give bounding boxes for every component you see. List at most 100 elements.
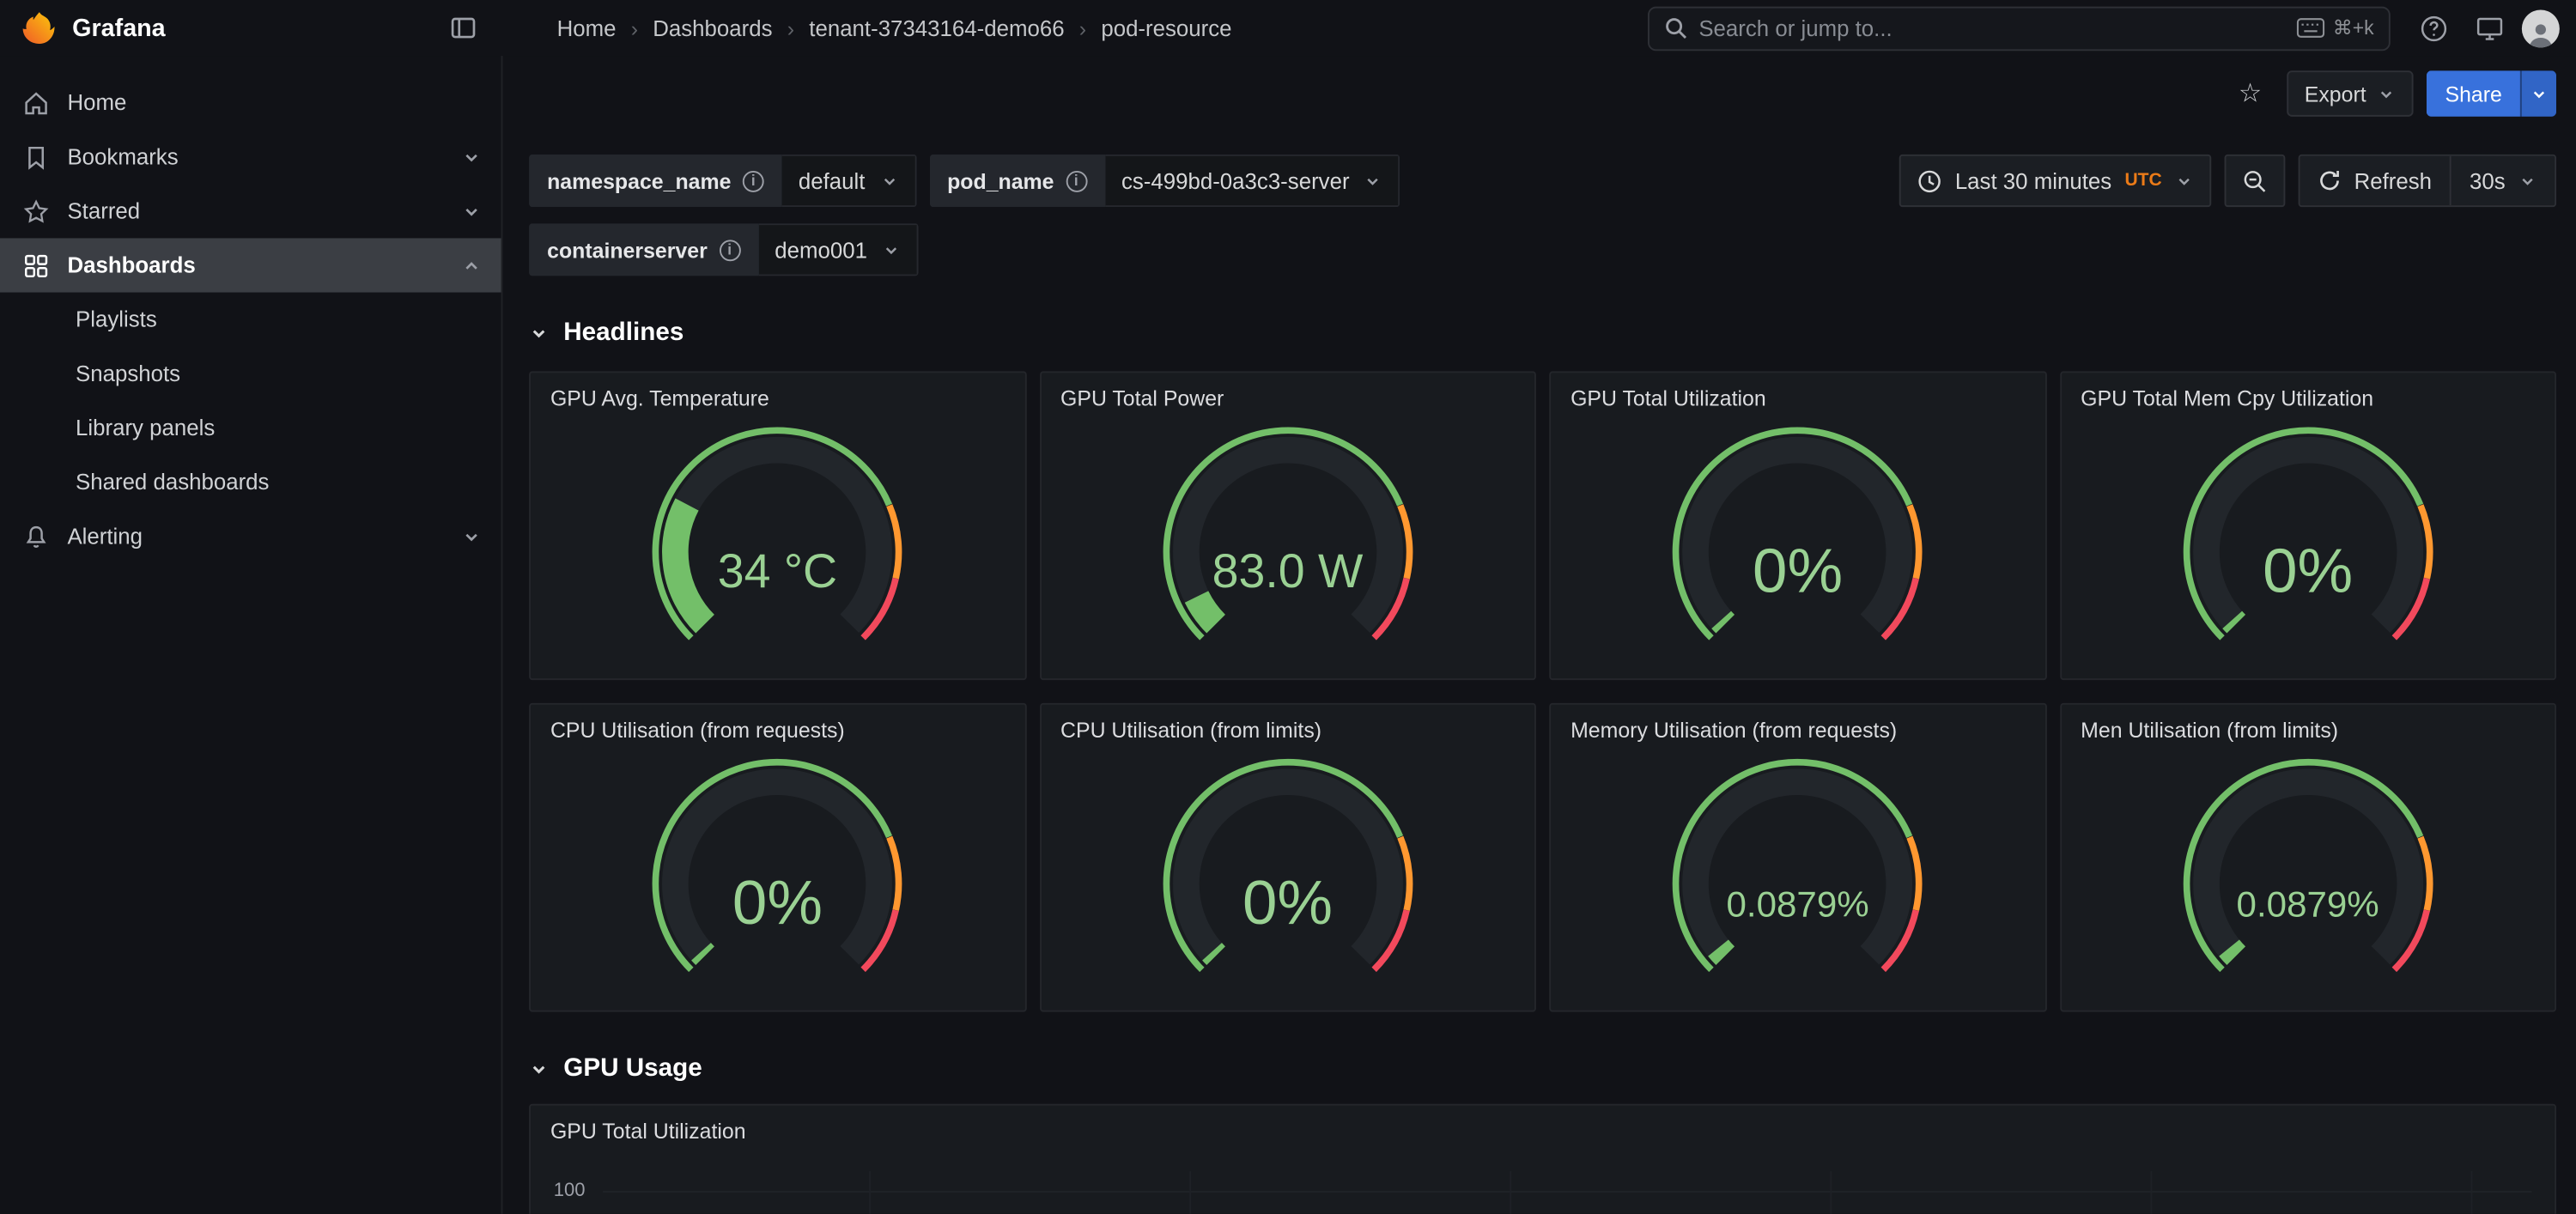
sidebar-item-home[interactable]: Home [0, 76, 501, 130]
share-button[interactable]: Share [2427, 70, 2519, 117]
chevron-up-icon [462, 256, 482, 276]
gauge-panel-gpu-avg-temperature[interactable]: GPU Avg. Temperature 34 °C [529, 371, 1026, 680]
search-box[interactable]: ⌘+k [1648, 6, 2391, 51]
help-icon[interactable] [2410, 5, 2457, 52]
sidebar-item-alerting[interactable]: Alerting [0, 509, 501, 563]
section-title: Headlines [563, 319, 683, 348]
gauge-value: 0.0879% [2136, 883, 2481, 926]
share-split-button: Share [2427, 70, 2556, 117]
chevron-down-icon [882, 240, 900, 258]
panel-title: GPU Total Power [1041, 373, 1534, 410]
breadcrumb-item[interactable]: Home [557, 15, 617, 40]
refresh-button[interactable]: Refresh [2300, 156, 2450, 205]
gridline-vertical [2150, 1171, 2152, 1214]
gauge-panel-memory-utilisation-requests[interactable]: Memory Utilisation (from requests) 0.087… [1549, 703, 2046, 1012]
refresh-label: Refresh [2354, 168, 2432, 193]
gridline-vertical [1830, 1171, 1832, 1214]
sidebar-item-label: Starred [67, 199, 140, 224]
gauge-panel-gpu-total-power[interactable]: GPU Total Power 83.0 W [1039, 371, 1536, 680]
info-icon[interactable]: i [1066, 170, 1087, 191]
gauge-panel-cpu-utilisation-requests[interactable]: CPU Utilisation (from requests) 0% [529, 703, 1026, 1012]
star-dashboard-icon[interactable]: ☆ [2227, 70, 2274, 117]
gauge-panel-cpu-utilisation-limits[interactable]: CPU Utilisation (from limits) 0% [1039, 703, 1536, 1012]
timeseries-panel-gpu-total-utilization[interactable]: GPU Total Utilization 100 [529, 1104, 2556, 1214]
chevron-down-icon [2518, 172, 2537, 190]
breadcrumb-separator: › [1079, 15, 1086, 40]
info-icon[interactable]: i [743, 170, 764, 191]
sidebar-item-playlists[interactable]: Playlists [0, 293, 501, 347]
sidebar-item-snapshots[interactable]: Snapshots [0, 347, 501, 401]
monitor-icon[interactable] [2466, 5, 2512, 52]
breadcrumb-item[interactable]: tenant-37343164-demo66 [809, 15, 1064, 40]
share-menu-button[interactable] [2520, 70, 2556, 117]
gauge-chart [1625, 749, 1971, 995]
panel-title: GPU Total Utilization [531, 1106, 2555, 1144]
variable-value-dropdown[interactable]: cs-499bd-0a3c3-server [1105, 155, 1400, 207]
panel-title: GPU Total Mem Cpy Utilization [2061, 373, 2555, 410]
gauge-value: 0% [1115, 870, 1461, 940]
variable-label: pod_name [947, 168, 1054, 193]
sidebar-item-bookmarks[interactable]: Bookmarks [0, 130, 501, 184]
refresh-icon [2318, 169, 2341, 192]
chevron-down-icon [1364, 172, 1382, 190]
sidebar-item-label: Library panels [76, 416, 215, 440]
variable-value-dropdown[interactable]: demo001 [758, 223, 918, 276]
refresh-interval-dropdown[interactable]: 30s [2450, 156, 2555, 205]
y-axis-tick: 100 [554, 1181, 586, 1201]
user-avatar[interactable] [2522, 9, 2560, 47]
gauge-value: 34 °C [605, 546, 951, 600]
chevron-down-icon [2530, 85, 2548, 103]
breadcrumb-item[interactable]: Dashboards [653, 15, 772, 40]
gridline-vertical [1510, 1171, 1511, 1214]
panel-title: GPU Avg. Temperature [531, 373, 1024, 410]
variable-controls: namespace_name i default pod_name [529, 155, 1400, 276]
sidebar-item-starred[interactable]: Starred [0, 184, 501, 238]
breadcrumb: Home › Dashboards › tenant-37343164-demo… [557, 15, 1232, 40]
headlines-row-1: GPU Avg. Temperature 34 °C GPU Total Pow… [529, 371, 2556, 680]
timezone-label: UTC [2124, 171, 2161, 191]
gauge-chart [2136, 749, 2481, 995]
section-gpu-usage[interactable]: GPU Usage [529, 1054, 2556, 1083]
app-title: Grafana [72, 14, 440, 42]
sidebar-toggle-icon[interactable] [440, 5, 487, 52]
section-headlines[interactable]: Headlines [529, 319, 2556, 348]
sidebar-item-label: Home [67, 90, 126, 115]
gridline-horizontal [603, 1191, 2531, 1193]
variable-value: cs-499bd-0a3c3-server [1121, 168, 1350, 193]
gauge-panel-gpu-total-mem-cpy-utilization[interactable]: GPU Total Mem Cpy Utilization 0% [2059, 371, 2556, 680]
export-button[interactable]: Export [2287, 70, 2414, 117]
time-range-picker[interactable]: Last 30 minutes UTC [1899, 155, 2211, 207]
clock-icon [1917, 168, 1942, 193]
search-input[interactable] [1698, 15, 2285, 40]
variable-label: containerserver [547, 237, 708, 262]
sidebar-item-label: Alerting [67, 524, 143, 549]
bookmark-icon [23, 143, 50, 170]
sidebar-item-shared-dashboards[interactable]: Shared dashboards [0, 455, 501, 509]
gauge-value: 0% [605, 870, 951, 940]
refresh-group: Refresh 30s [2299, 155, 2557, 207]
zoom-out-button[interactable] [2224, 155, 2285, 207]
apps-icon [23, 252, 50, 279]
section-title: GPU Usage [563, 1054, 702, 1083]
zoom-out-icon [2242, 168, 2267, 193]
home-icon [23, 89, 50, 116]
breadcrumb-item[interactable]: pod-resource [1101, 15, 1231, 40]
variable-value-dropdown[interactable]: default [782, 155, 916, 207]
export-label: Export [2305, 82, 2366, 106]
sidebar-item-library-panels[interactable]: Library panels [0, 401, 501, 455]
sidebar-item-label: Dashboards [67, 253, 195, 278]
variable-pod-name: pod_name i cs-499bd-0a3c3-server [929, 155, 1400, 207]
info-icon[interactable]: i [719, 239, 740, 260]
time-range-label: Last 30 minutes [1955, 168, 2111, 193]
gridline-vertical [869, 1171, 871, 1214]
chevron-down-icon [462, 201, 482, 221]
gauge-panel-gpu-total-utilization[interactable]: GPU Total Utilization 0% [1549, 371, 2046, 680]
chevron-down-icon [529, 1059, 549, 1079]
sidebar-item-label: Shared dashboards [76, 470, 269, 495]
panel-title: CPU Utilisation (from requests) [531, 705, 1024, 743]
grafana-app: Grafana Home › Dashboards › tenant-37343… [0, 0, 2576, 1214]
sidebar-item-dashboards[interactable]: Dashboards [0, 238, 501, 292]
gauge-panel-mem-utilisation-limits[interactable]: Men Utilisation (from limits) 0.0879% [2059, 703, 2556, 1012]
topbar-left: Grafana [0, 5, 502, 52]
sidebar-item-label: Snapshots [76, 361, 180, 386]
